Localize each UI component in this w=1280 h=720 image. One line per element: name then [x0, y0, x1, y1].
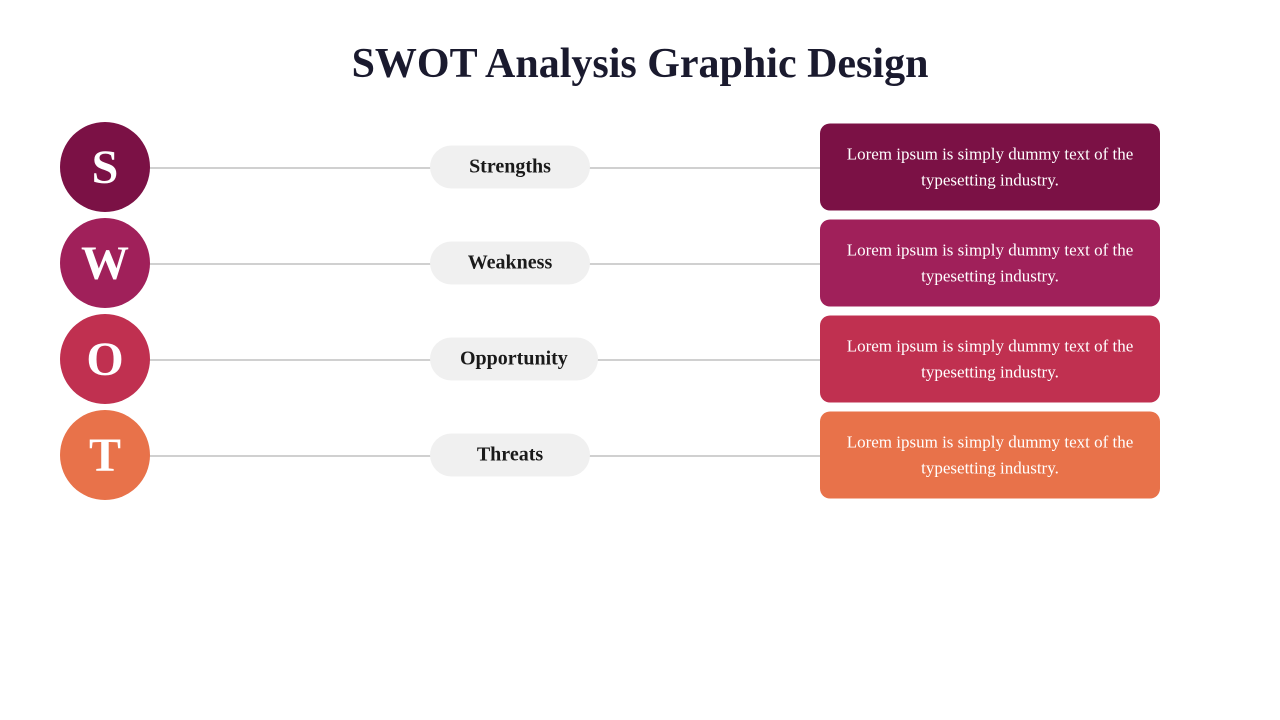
text-box-o: Lorem ipsum is simply dummy text of the …	[820, 316, 1160, 403]
swot-row-s: SStrengthsLorem ipsum is simply dummy te…	[60, 128, 1220, 206]
label-w: Weakness	[430, 242, 590, 285]
swot-row-o: OOpportunityLorem ipsum is simply dummy …	[60, 320, 1220, 398]
circle-s: S	[60, 122, 150, 212]
swot-row-t: TThreatsLorem ipsum is simply dummy text…	[60, 416, 1220, 494]
slide: SWOT Analysis Graphic Design SStrengthsL…	[0, 0, 1280, 720]
swot-row-w: WWeaknessLorem ipsum is simply dummy tex…	[60, 224, 1220, 302]
circle-w: W	[60, 218, 150, 308]
circle-t: T	[60, 410, 150, 500]
text-box-s: Lorem ipsum is simply dummy text of the …	[820, 124, 1160, 211]
page-title: SWOT Analysis Graphic Design	[352, 40, 929, 88]
label-o: Opportunity	[430, 338, 598, 381]
circle-o: O	[60, 314, 150, 404]
text-box-w: Lorem ipsum is simply dummy text of the …	[820, 220, 1160, 307]
swot-container: SStrengthsLorem ipsum is simply dummy te…	[60, 128, 1220, 494]
label-t: Threats	[430, 434, 590, 477]
text-box-t: Lorem ipsum is simply dummy text of the …	[820, 412, 1160, 499]
label-s: Strengths	[430, 146, 590, 189]
